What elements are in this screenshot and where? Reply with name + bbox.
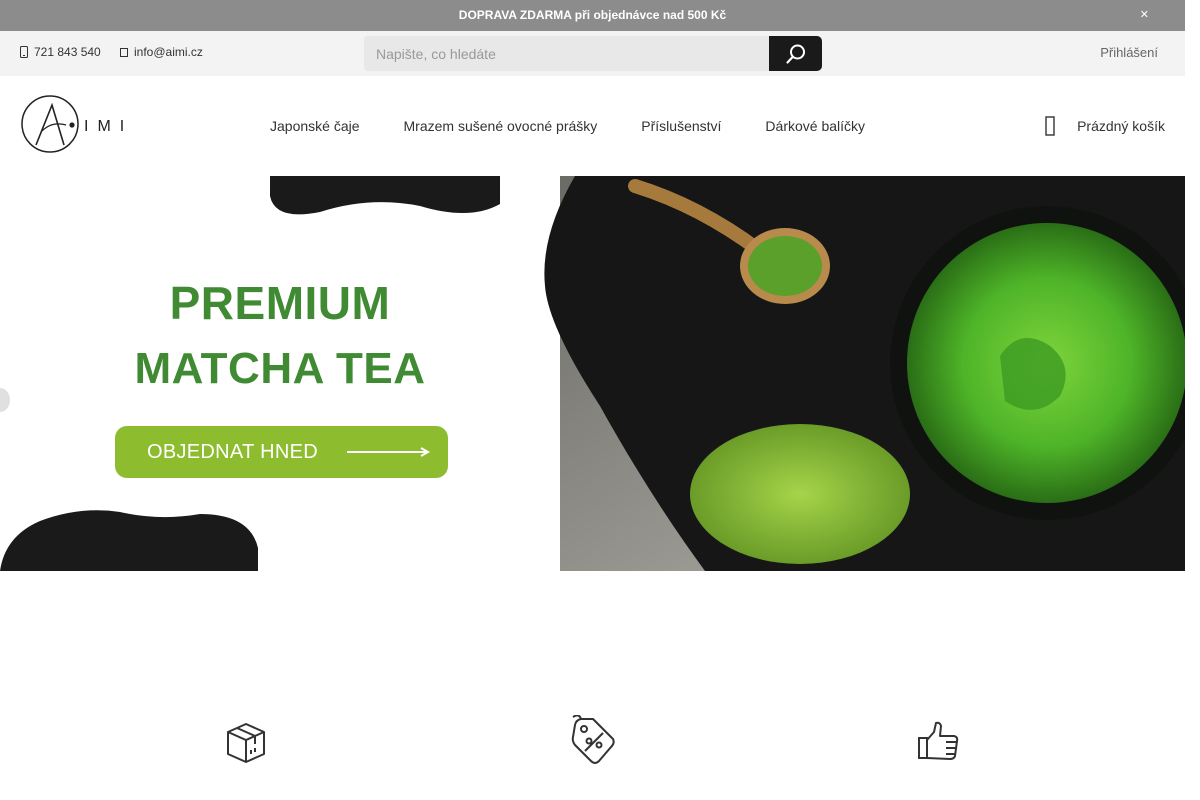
- main-header: IMI Japonské čaje Mrazem sušené ovocné p…: [0, 76, 1185, 176]
- phone-number[interactable]: 721 843 540: [34, 45, 101, 59]
- order-now-label: OBJEDNAT HNED: [147, 440, 318, 463]
- phone-icon: [20, 46, 28, 58]
- login-link[interactable]: Přihlášení: [1100, 45, 1158, 60]
- logo-mark: IMI: [21, 95, 133, 153]
- contact-email[interactable]: info@aimi.cz: [120, 45, 203, 59]
- nav-item-gift-packages[interactable]: Dárkové balíčky: [765, 118, 865, 134]
- nav-item-freeze-dried-powders[interactable]: Mrazem sušené ovocné prášky: [404, 118, 598, 134]
- price-tag-icon: [569, 714, 617, 772]
- arrow-right-icon: [347, 447, 431, 457]
- close-icon[interactable]: ✕: [1140, 8, 1149, 21]
- search-button[interactable]: [769, 36, 822, 71]
- main-nav: Japonské čaje Mrazem sušené ovocné prášk…: [248, 118, 887, 134]
- search-input[interactable]: [364, 36, 769, 71]
- hero-banner[interactable]: PREMIUM MATCHA TEA OBJEDNAT HNED: [0, 176, 1185, 571]
- nav-item-accessories[interactable]: Příslušenství: [641, 118, 721, 134]
- hero-title-line2: MATCHA TEA: [134, 344, 426, 393]
- email-address[interactable]: info@aimi.cz: [134, 45, 203, 59]
- feature-strip: [0, 700, 1185, 800]
- header-top: 721 843 540 info@aimi.cz Přihlášení: [0, 31, 1185, 76]
- cart-button[interactable]: Prázdný košík: [1045, 116, 1165, 136]
- contact-phone[interactable]: 721 843 540: [20, 45, 101, 59]
- thumbs-up-icon: [916, 720, 960, 767]
- cart-icon: [1045, 116, 1055, 136]
- announcement-bar: DOPRAVA ZDARMA při objednávce nad 500 Kč…: [0, 0, 1185, 31]
- search-bar: [364, 36, 822, 71]
- package-icon: [224, 720, 268, 769]
- aimi-logo[interactable]: IMI: [20, 93, 138, 155]
- order-now-button[interactable]: OBJEDNAT HNED: [115, 426, 448, 478]
- search-icon: [785, 44, 805, 64]
- cart-label: Prázdný košík: [1077, 118, 1165, 134]
- nav-item-japanese-teas[interactable]: Japonské čaje: [270, 118, 360, 134]
- announcement-text: DOPRAVA ZDARMA při objednávce nad 500 Kč: [458, 8, 727, 22]
- hero-title-line1: PREMIUM: [169, 277, 391, 329]
- svg-text:IMI: IMI: [84, 118, 133, 135]
- mail-icon: [120, 48, 128, 57]
